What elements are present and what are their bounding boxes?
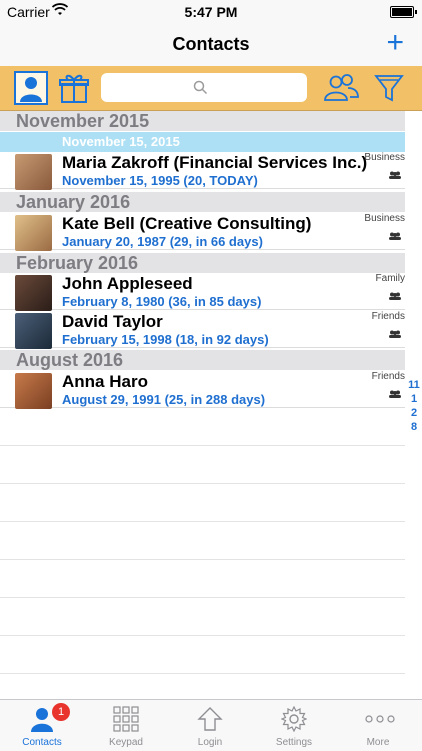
birthday-date: February 8, 1980 (36, in 85 days) bbox=[62, 294, 262, 309]
group-icon bbox=[389, 232, 401, 240]
contact-name: John Appleseed bbox=[62, 274, 193, 293]
avatar bbox=[15, 154, 52, 190]
tab-more[interactable]: More bbox=[336, 700, 420, 751]
empty-row bbox=[0, 636, 405, 674]
tab-label: Login bbox=[197, 737, 223, 748]
group-label: Family bbox=[375, 273, 405, 284]
empty-row bbox=[0, 560, 405, 598]
birthday-date: August 29, 1991 (25, in 288 days) bbox=[62, 392, 266, 407]
section-header: November 2015 bbox=[0, 111, 405, 131]
tab-label: Contacts bbox=[22, 737, 62, 748]
birthday-date: February 15, 1998 (18, in 92 days) bbox=[62, 332, 269, 347]
contact-name: David Taylor bbox=[62, 312, 163, 331]
notification-badge: 1 bbox=[52, 703, 70, 721]
group-label: Friends bbox=[371, 371, 405, 382]
group-label: Business bbox=[364, 213, 405, 224]
tab-keypad[interactable]: Keypad bbox=[84, 700, 168, 751]
group-icon bbox=[389, 330, 401, 338]
filter-toolbar bbox=[0, 66, 422, 111]
group-icon bbox=[389, 292, 401, 300]
contact-name: Kate Bell (Creative Consulting) bbox=[62, 214, 312, 233]
tab-label: More bbox=[366, 737, 390, 748]
empty-row bbox=[0, 446, 405, 484]
status-bar: Carrier 5:47 PM bbox=[0, 0, 422, 24]
contact-row[interactable]: John Appleseed February 8, 1980 (36, in … bbox=[0, 273, 405, 311]
navigation-bar: Contacts + bbox=[0, 24, 422, 66]
contact-view-icon[interactable] bbox=[14, 71, 48, 105]
page-title: Contacts bbox=[172, 34, 250, 54]
battery-icon bbox=[390, 6, 417, 18]
contact-name: Maria Zakroff (Financial Services Inc.) bbox=[62, 153, 368, 172]
index-item[interactable]: 11 bbox=[406, 378, 422, 392]
section-header: January 2016 bbox=[0, 192, 405, 212]
search-input[interactable] bbox=[101, 73, 307, 102]
filter-icon[interactable] bbox=[372, 71, 406, 105]
index-item[interactable]: 8 bbox=[406, 420, 422, 434]
index-item[interactable]: 1 bbox=[406, 392, 422, 406]
empty-row bbox=[0, 408, 405, 446]
avatar bbox=[15, 275, 52, 311]
empty-row bbox=[0, 598, 405, 636]
add-contact-button[interactable]: + bbox=[386, 28, 404, 58]
gift-icon[interactable] bbox=[57, 71, 91, 105]
contact-row[interactable]: Maria Zakroff (Financial Services Inc.) … bbox=[0, 152, 405, 190]
upload-arrow-icon bbox=[197, 707, 223, 731]
contact-row[interactable]: Anna Haro August 29, 1991 (25, in 288 da… bbox=[0, 371, 405, 409]
birthday-date: November 15, 1995 (20, TODAY) bbox=[62, 173, 258, 188]
avatar bbox=[15, 373, 52, 409]
tab-bar: 1 Contacts Keypad Login Settings More bbox=[0, 699, 422, 751]
more-dots-icon bbox=[365, 715, 395, 723]
group-icon bbox=[389, 390, 401, 398]
tab-contacts[interactable]: 1 Contacts bbox=[0, 700, 84, 751]
section-header: February 2016 bbox=[0, 253, 405, 273]
group-label: Business bbox=[364, 152, 405, 163]
tab-label: Settings bbox=[275, 737, 313, 748]
group-label: Friends bbox=[371, 311, 405, 322]
tab-label: Keypad bbox=[109, 737, 143, 748]
groups-icon[interactable] bbox=[322, 71, 359, 105]
keypad-icon bbox=[113, 706, 139, 732]
contact-name: Anna Haro bbox=[62, 372, 148, 391]
contact-row[interactable]: David Taylor February 15, 1998 (18, in 9… bbox=[0, 311, 405, 349]
contact-row[interactable]: Kate Bell (Creative Consulting) January … bbox=[0, 213, 405, 251]
index-item[interactable]: 2 bbox=[406, 406, 422, 420]
avatar bbox=[15, 313, 52, 349]
contacts-list[interactable]: November 2015 November 15, 2015 Maria Za… bbox=[0, 111, 422, 699]
empty-row bbox=[0, 484, 405, 522]
birthday-date: January 20, 1987 (29, in 66 days) bbox=[62, 234, 263, 249]
status-time: 5:47 PM bbox=[184, 4, 238, 20]
search-icon bbox=[193, 80, 208, 95]
avatar bbox=[15, 215, 52, 251]
today-date-header: November 15, 2015 bbox=[0, 132, 405, 152]
tab-login[interactable]: Login bbox=[168, 700, 252, 751]
tab-settings[interactable]: Settings bbox=[252, 700, 336, 751]
empty-row bbox=[0, 522, 405, 560]
section-header: August 2016 bbox=[0, 350, 405, 370]
group-icon bbox=[389, 171, 401, 179]
section-index[interactable]: 11 1 2 8 bbox=[406, 378, 422, 434]
gear-icon bbox=[281, 706, 307, 732]
